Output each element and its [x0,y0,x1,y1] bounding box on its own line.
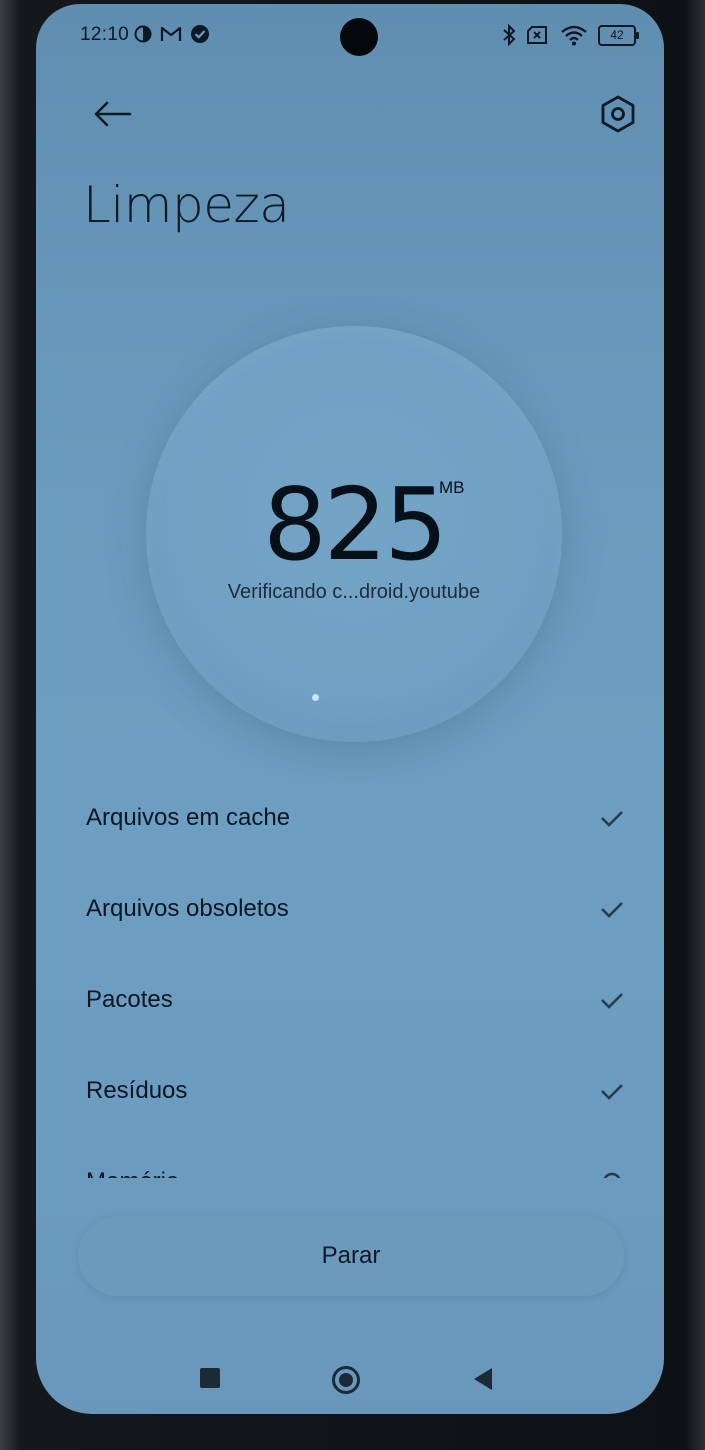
back-button[interactable] [88,90,136,138]
list-item-label: Arquivos obsoletos [86,895,289,922]
bluetooth-icon [503,24,516,46]
settings-button[interactable] [594,90,642,138]
scan-progress-dot [312,694,319,701]
scan-progress-circle: 825 MB Verificando c...droid.youtube [146,326,562,742]
clean-category-list: Arquivos em cache Arquivos obsoletos Pac… [36,774,664,1178]
status-bar: 12:10 42 [36,4,664,64]
recents-icon[interactable] [200,1368,220,1388]
check-icon [601,902,623,918]
home-icon[interactable] [332,1366,360,1394]
no-sim-icon [527,26,547,44]
scan-status-text: Verificando c...droid.youtube [227,581,481,603]
navigation-bar [36,1350,664,1410]
battery-level: 42 [610,27,624,42]
list-item: Memória [86,1152,626,1178]
scan-size-value: 825 [263,466,448,583]
list-item: Resíduos [86,1061,626,1121]
loading-spinner-icon [603,1172,621,1178]
front-camera [340,18,378,56]
gmail-icon [160,26,182,41]
screen: 12:10 42 Limpeza 825 MB Verificando c...… [36,4,664,1414]
status-left-icons [134,24,210,44]
data-saver-icon [134,25,152,43]
page-title: Limpeza [83,176,290,234]
list-item-label: Pacotes [86,986,173,1013]
list-item: Arquivos em cache [86,788,626,848]
list-item: Arquivos obsoletos [86,879,626,939]
phone-frame: 12:10 42 Limpeza 825 MB Verificando c...… [0,0,705,1450]
verified-icon [191,25,209,43]
check-icon [601,1084,623,1100]
list-item-label: Arquivos em cache [86,804,291,831]
list-item-label: Resíduos [86,1077,188,1104]
stop-button[interactable]: Parar [78,1216,624,1296]
status-time: 12:10 [80,24,130,45]
list-item: Pacotes [86,970,626,1030]
battery-icon: 42 [598,24,639,46]
scan-size-unit: MB [439,478,465,497]
list-item-label: Memória [86,1168,179,1178]
check-icon [601,993,623,1009]
wifi-icon [561,25,587,46]
back-triangle-icon[interactable] [474,1368,492,1390]
status-right-icons: 42 [502,24,639,46]
check-icon [601,811,623,827]
arrow-left-icon [94,101,132,127]
settings-hexagon-icon [601,95,635,133]
